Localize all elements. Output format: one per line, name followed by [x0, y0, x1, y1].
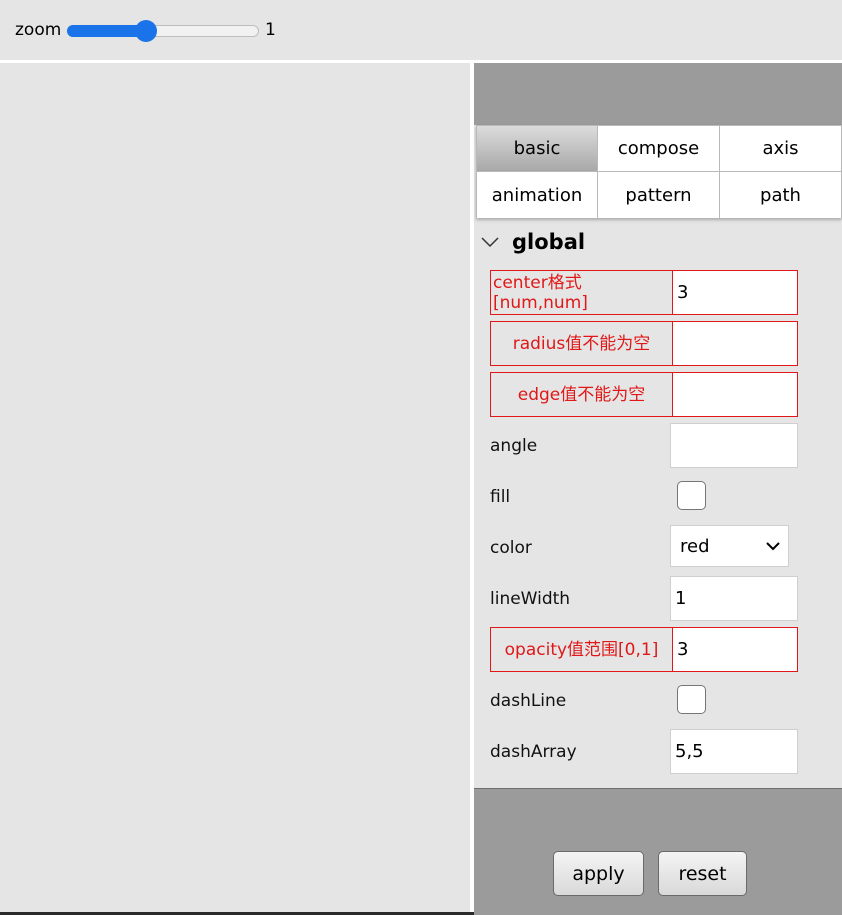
field-linewidth: lineWidth 1	[490, 576, 798, 621]
reset-button[interactable]: reset	[658, 851, 747, 896]
field-radius: radius值不能为空	[490, 321, 798, 366]
linewidth-input[interactable]: 1	[670, 576, 798, 621]
zoom-slider[interactable]	[67, 20, 259, 42]
angle-label: angle	[490, 435, 538, 456]
opacity-input[interactable]: 3	[673, 627, 798, 672]
tab-animation[interactable]: animation	[477, 172, 598, 218]
tab-path[interactable]: path	[720, 172, 841, 218]
color-select[interactable]: red	[670, 525, 789, 567]
center-error-label: center格式[num,num]	[490, 270, 673, 315]
angle-input[interactable]	[670, 423, 798, 468]
field-color: color red	[490, 525, 798, 570]
tab-bar: basic compose axis animation pattern pat…	[476, 125, 842, 218]
opacity-error-label: opacity值范围[0,1]	[490, 627, 673, 672]
zoom-value: 1	[265, 20, 276, 40]
properties-panel: basic compose axis animation pattern pat…	[474, 63, 842, 915]
edge-input[interactable]	[673, 372, 798, 417]
linewidth-label: lineWidth	[490, 588, 571, 609]
tab-pattern[interactable]: pattern	[598, 172, 720, 218]
field-center: center格式[num,num] 3	[490, 270, 798, 315]
fill-checkbox[interactable]	[677, 481, 706, 510]
tab-basic[interactable]: basic	[477, 126, 598, 172]
dashline-checkbox[interactable]	[677, 685, 706, 714]
field-fill: fill	[490, 474, 798, 519]
panel-header	[474, 63, 842, 125]
field-dasharray: dashArray 5,5	[490, 729, 798, 774]
dasharray-input[interactable]: 5,5	[670, 729, 798, 774]
field-edge: edge值不能为空	[490, 372, 798, 417]
radius-error-label: radius值不能为空	[490, 321, 673, 366]
color-label: color	[490, 537, 532, 558]
field-dashline: dashLine	[490, 678, 798, 723]
tab-compose[interactable]: compose	[598, 126, 720, 172]
zoom-label: zoom	[15, 20, 62, 40]
chevron-down-icon	[766, 542, 780, 551]
chevron-down-icon	[481, 237, 499, 248]
center-input[interactable]: 3	[673, 270, 798, 315]
fill-label: fill	[490, 486, 511, 507]
color-select-value: red	[680, 535, 710, 557]
tab-axis[interactable]: axis	[720, 126, 841, 172]
section-global-toggle[interactable]: global	[480, 228, 585, 256]
field-angle: angle	[490, 423, 798, 468]
drawing-canvas[interactable]	[0, 63, 470, 913]
toolbar: zoom 1	[0, 0, 842, 60]
field-opacity: opacity值范围[0,1] 3	[490, 627, 798, 672]
dasharray-label: dashArray	[490, 741, 577, 762]
section-title: global	[512, 230, 586, 254]
zoom-slider-thumb[interactable]	[135, 20, 157, 42]
dashline-label: dashLine	[490, 690, 567, 711]
apply-button[interactable]: apply	[553, 851, 644, 896]
radius-input[interactable]	[673, 321, 798, 366]
panel-footer: apply reset	[474, 788, 842, 915]
edge-error-label: edge值不能为空	[490, 372, 673, 417]
